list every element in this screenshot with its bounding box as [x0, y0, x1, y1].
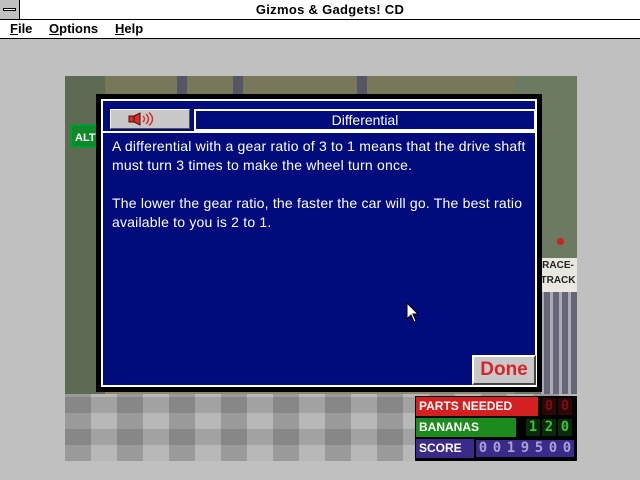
- dialog-title: Differential: [194, 109, 536, 131]
- mouse-cursor-icon: [406, 302, 420, 323]
- title-bar: Gizmos & Gadgets! CD: [0, 0, 640, 20]
- menu-bar: File Options Help: [0, 20, 640, 39]
- score-digit: 1: [504, 440, 518, 457]
- info-dialog-panel: Differential A differential with a gear …: [101, 99, 537, 387]
- done-button[interactable]: Done: [472, 355, 536, 385]
- bananas-digit: 2: [542, 419, 556, 436]
- parts-digit: 0: [558, 398, 572, 415]
- parts-needed-counter: PARTS NEEDED 0 0: [416, 397, 576, 416]
- score-counter: SCORE 0 0 1 9 5 0 0: [416, 439, 576, 458]
- score-digit: 5: [532, 440, 546, 457]
- bananas-label: BANANAS: [416, 418, 516, 437]
- race-track-gate[interactable]: [541, 292, 577, 396]
- info-dialog: Differential A differential with a gear …: [96, 94, 542, 392]
- speaker-icon: [128, 112, 154, 126]
- status-panel: PARTS NEEDED 0 0 BANANAS 1 2 0 SCORE 0 0…: [415, 396, 577, 461]
- score-digit: 9: [518, 440, 532, 457]
- score-digit: 0: [560, 440, 574, 457]
- score-digit: 0: [476, 440, 490, 457]
- dialog-paragraph: The lower the gear ratio, the faster the…: [112, 195, 523, 230]
- system-menu-icon: [3, 8, 16, 11]
- menu-file[interactable]: File: [10, 20, 32, 38]
- menu-help[interactable]: Help: [115, 20, 143, 38]
- system-menu-button[interactable]: [0, 0, 20, 19]
- play-sound-button[interactable]: [110, 109, 190, 129]
- race-track-sign[interactable]: RACE- TRACK: [539, 258, 577, 292]
- parts-digit: 0: [542, 398, 556, 415]
- window-title: Gizmos & Gadgets! CD: [255, 2, 405, 17]
- dialog-body: A differential with a gear ratio of 3 to…: [112, 137, 528, 251]
- dialog-paragraph: A differential with a gear ratio of 3 to…: [112, 138, 526, 173]
- score-digit: 0: [546, 440, 560, 457]
- bananas-digit: 0: [558, 419, 572, 436]
- parts-needed-label: PARTS NEEDED: [416, 397, 538, 416]
- bananas-digit: 1: [526, 419, 540, 436]
- score-digit: 0: [490, 440, 504, 457]
- menu-options[interactable]: Options: [49, 20, 98, 38]
- dialog-divider: [103, 131, 535, 133]
- score-label: SCORE: [416, 439, 474, 458]
- scene-red-light: [557, 238, 564, 245]
- bananas-counter: BANANAS 1 2 0: [416, 418, 576, 437]
